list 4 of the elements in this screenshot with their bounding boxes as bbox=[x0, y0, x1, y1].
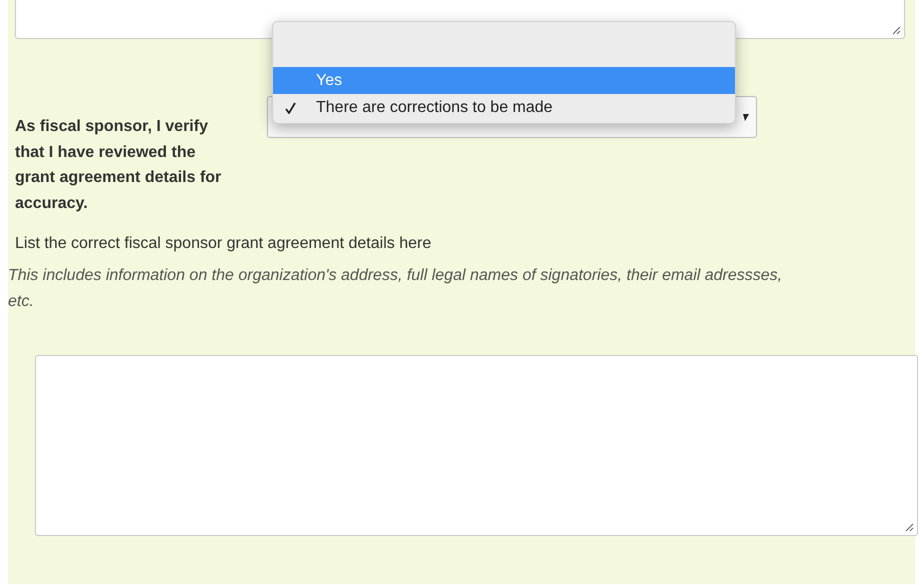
menu-option[interactable]: There are corrections to be made bbox=[273, 94, 735, 121]
question-label: As fiscal sponsor, I verify that I have reviewed the grant agreement details for accuracy. bbox=[15, 117, 222, 214]
help-text: This includes information on the organization's address, full legal names of signatories, their email adressses, etc. bbox=[8, 266, 784, 312]
field-label: List the correct fiscal sponsor grant agreement details here bbox=[15, 235, 432, 253]
